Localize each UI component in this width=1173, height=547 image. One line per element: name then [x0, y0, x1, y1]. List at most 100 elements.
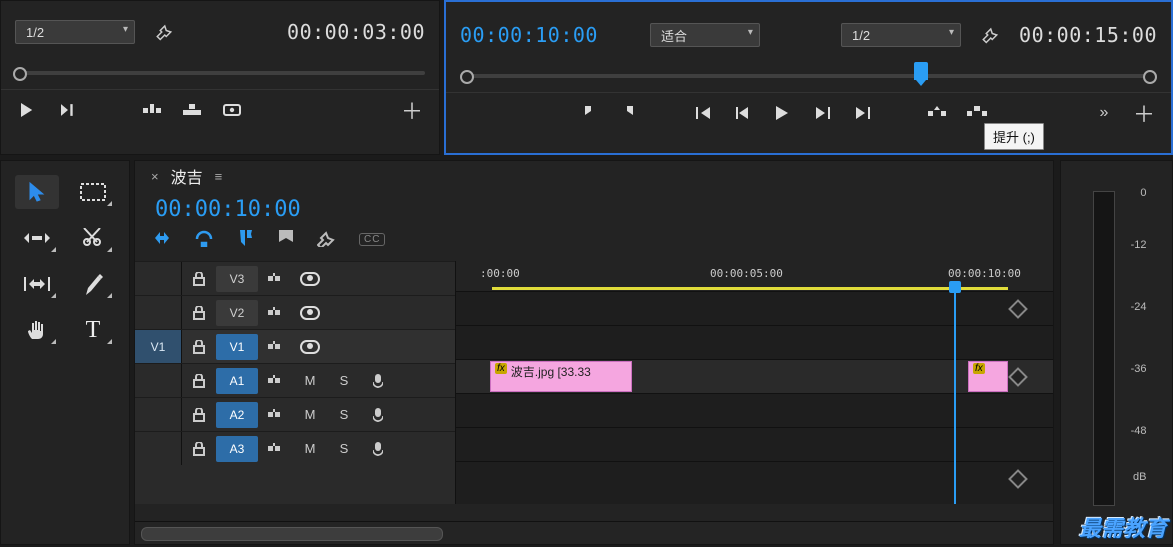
- meter-solo-right[interactable]: S: [1123, 522, 1131, 536]
- program-timecode[interactable]: 00:00:10:00: [460, 23, 598, 47]
- source-settings-icon[interactable]: [151, 21, 177, 43]
- go-to-in-icon[interactable]: [690, 102, 716, 124]
- sync-lock-icon[interactable]: [266, 273, 286, 285]
- type-tool[interactable]: T: [71, 313, 115, 347]
- selection-tool[interactable]: [15, 175, 59, 209]
- lane-a3[interactable]: [456, 461, 1053, 495]
- track-label-v1[interactable]: V1: [216, 334, 258, 360]
- track-visibility-icon[interactable]: [300, 272, 320, 286]
- solo-icon[interactable]: S: [334, 441, 354, 456]
- track-select-tool[interactable]: [71, 175, 115, 209]
- sequence-menu-icon[interactable]: ≡: [215, 169, 223, 184]
- source-timecode[interactable]: 00:00:03:00: [287, 20, 425, 44]
- lane-v2[interactable]: [456, 325, 1053, 359]
- program-settings-icon[interactable]: [977, 24, 1003, 46]
- add-marker-toggle-icon[interactable]: [237, 230, 255, 249]
- pen-tool[interactable]: [71, 267, 115, 301]
- ripple-edit-tool[interactable]: [15, 221, 59, 255]
- track-output-marker[interactable]: [1008, 299, 1028, 319]
- program-add-button-icon[interactable]: ＋: [1131, 102, 1157, 124]
- overwrite-icon[interactable]: [179, 99, 205, 121]
- program-zoom-dropdown[interactable]: 适合: [650, 23, 760, 47]
- step-forward-icon[interactable]: [810, 102, 836, 124]
- lane-a1[interactable]: [456, 393, 1053, 427]
- snap-toggle-icon[interactable]: [153, 230, 171, 249]
- sequence-tab[interactable]: 波吉: [171, 164, 203, 188]
- clip-item[interactable]: fx 波吉.jpg [33.33: [490, 361, 632, 392]
- zoom-thumb[interactable]: [141, 527, 443, 541]
- program-duration[interactable]: 00:00:15:00: [1019, 23, 1157, 47]
- timeline-zoom-bar[interactable]: [135, 521, 1053, 544]
- marker-icon[interactable]: [279, 230, 293, 249]
- clip-item[interactable]: fx: [968, 361, 1008, 392]
- source-resolution-dropdown[interactable]: 1/2: [15, 20, 135, 44]
- lock-icon[interactable]: [182, 442, 216, 456]
- solo-icon[interactable]: S: [334, 407, 354, 422]
- lane-a2[interactable]: [456, 427, 1053, 461]
- export-frame-icon[interactable]: [219, 99, 245, 121]
- mark-in-icon[interactable]: [576, 102, 602, 124]
- add-button-icon[interactable]: ＋: [399, 99, 425, 121]
- voiceover-icon[interactable]: [368, 408, 388, 422]
- sync-lock-icon[interactable]: [266, 443, 286, 455]
- sync-lock-icon[interactable]: [266, 341, 286, 353]
- timeline-playhead-timecode[interactable]: 00:00:10:00: [135, 191, 1053, 224]
- play-icon[interactable]: [15, 99, 41, 121]
- lane-v3[interactable]: [456, 291, 1053, 325]
- sync-lock-icon[interactable]: [266, 409, 286, 421]
- slip-tool[interactable]: [15, 267, 59, 301]
- voiceover-icon[interactable]: [368, 442, 388, 456]
- extract-icon[interactable]: [964, 102, 990, 124]
- track-label-a3[interactable]: A3: [216, 436, 258, 462]
- lane-v1[interactable]: fx 波吉.jpg [33.33 fx: [456, 359, 1053, 393]
- sync-lock-icon[interactable]: [266, 375, 286, 387]
- source-playbar[interactable]: [1, 53, 439, 90]
- program-playbar[interactable]: [446, 56, 1171, 93]
- track-label-a2[interactable]: A2: [216, 402, 258, 428]
- track-visibility-icon[interactable]: [300, 306, 320, 320]
- program-in-handle[interactable]: [460, 70, 474, 84]
- meter-solo-left[interactable]: S: [1102, 522, 1110, 536]
- step-back-icon[interactable]: [730, 102, 756, 124]
- track-output-marker[interactable]: [1008, 469, 1028, 489]
- play-toggle-icon[interactable]: [770, 102, 796, 124]
- source-in-point-handle[interactable]: [13, 67, 27, 81]
- step-forward-icon[interactable]: [55, 99, 81, 121]
- track-label-a1[interactable]: A1: [216, 368, 258, 394]
- lock-icon[interactable]: [182, 340, 216, 354]
- go-to-out-icon[interactable]: [850, 102, 876, 124]
- voiceover-icon[interactable]: [368, 374, 388, 388]
- linked-selection-icon[interactable]: [195, 229, 213, 250]
- sync-lock-icon[interactable]: [266, 307, 286, 319]
- insert-icon[interactable]: [139, 99, 165, 121]
- track-output-marker[interactable]: [1008, 367, 1028, 387]
- lock-icon[interactable]: [182, 306, 216, 320]
- track-row-v2: . V2: [135, 295, 455, 329]
- hand-tool[interactable]: [15, 313, 59, 347]
- close-sequence-icon[interactable]: ×: [151, 169, 159, 184]
- track-label-v3[interactable]: V3: [216, 266, 258, 292]
- playhead[interactable]: [954, 291, 956, 504]
- mute-icon[interactable]: M: [300, 441, 320, 456]
- source-patch-v1[interactable]: V1: [135, 330, 182, 363]
- lock-icon[interactable]: [182, 272, 216, 286]
- lift-icon[interactable]: [924, 102, 950, 124]
- mark-out-icon[interactable]: [616, 102, 642, 124]
- timeline-track-area[interactable]: :00:00 00:00:05:00 00:00:10:00 fx 波吉.jpg…: [456, 261, 1053, 504]
- mute-icon[interactable]: M: [300, 373, 320, 388]
- solo-icon[interactable]: S: [334, 373, 354, 388]
- lock-icon[interactable]: [182, 374, 216, 388]
- more-icon[interactable]: »: [1091, 102, 1117, 124]
- razor-tool[interactable]: [71, 221, 115, 255]
- track-visibility-icon[interactable]: [300, 340, 320, 354]
- program-resolution-dropdown[interactable]: 1/2: [841, 23, 961, 47]
- in-out-range[interactable]: [492, 287, 1008, 290]
- lock-icon[interactable]: [182, 408, 216, 422]
- program-playhead-handle[interactable]: [914, 62, 928, 80]
- timeline-ruler[interactable]: :00:00 00:00:05:00 00:00:10:00: [456, 261, 1053, 292]
- timeline-settings-icon[interactable]: [317, 229, 335, 250]
- mute-icon[interactable]: M: [300, 407, 320, 422]
- program-out-handle[interactable]: [1143, 70, 1157, 84]
- track-label-v2[interactable]: V2: [216, 300, 258, 326]
- captions-toggle-icon[interactable]: CC: [359, 233, 385, 246]
